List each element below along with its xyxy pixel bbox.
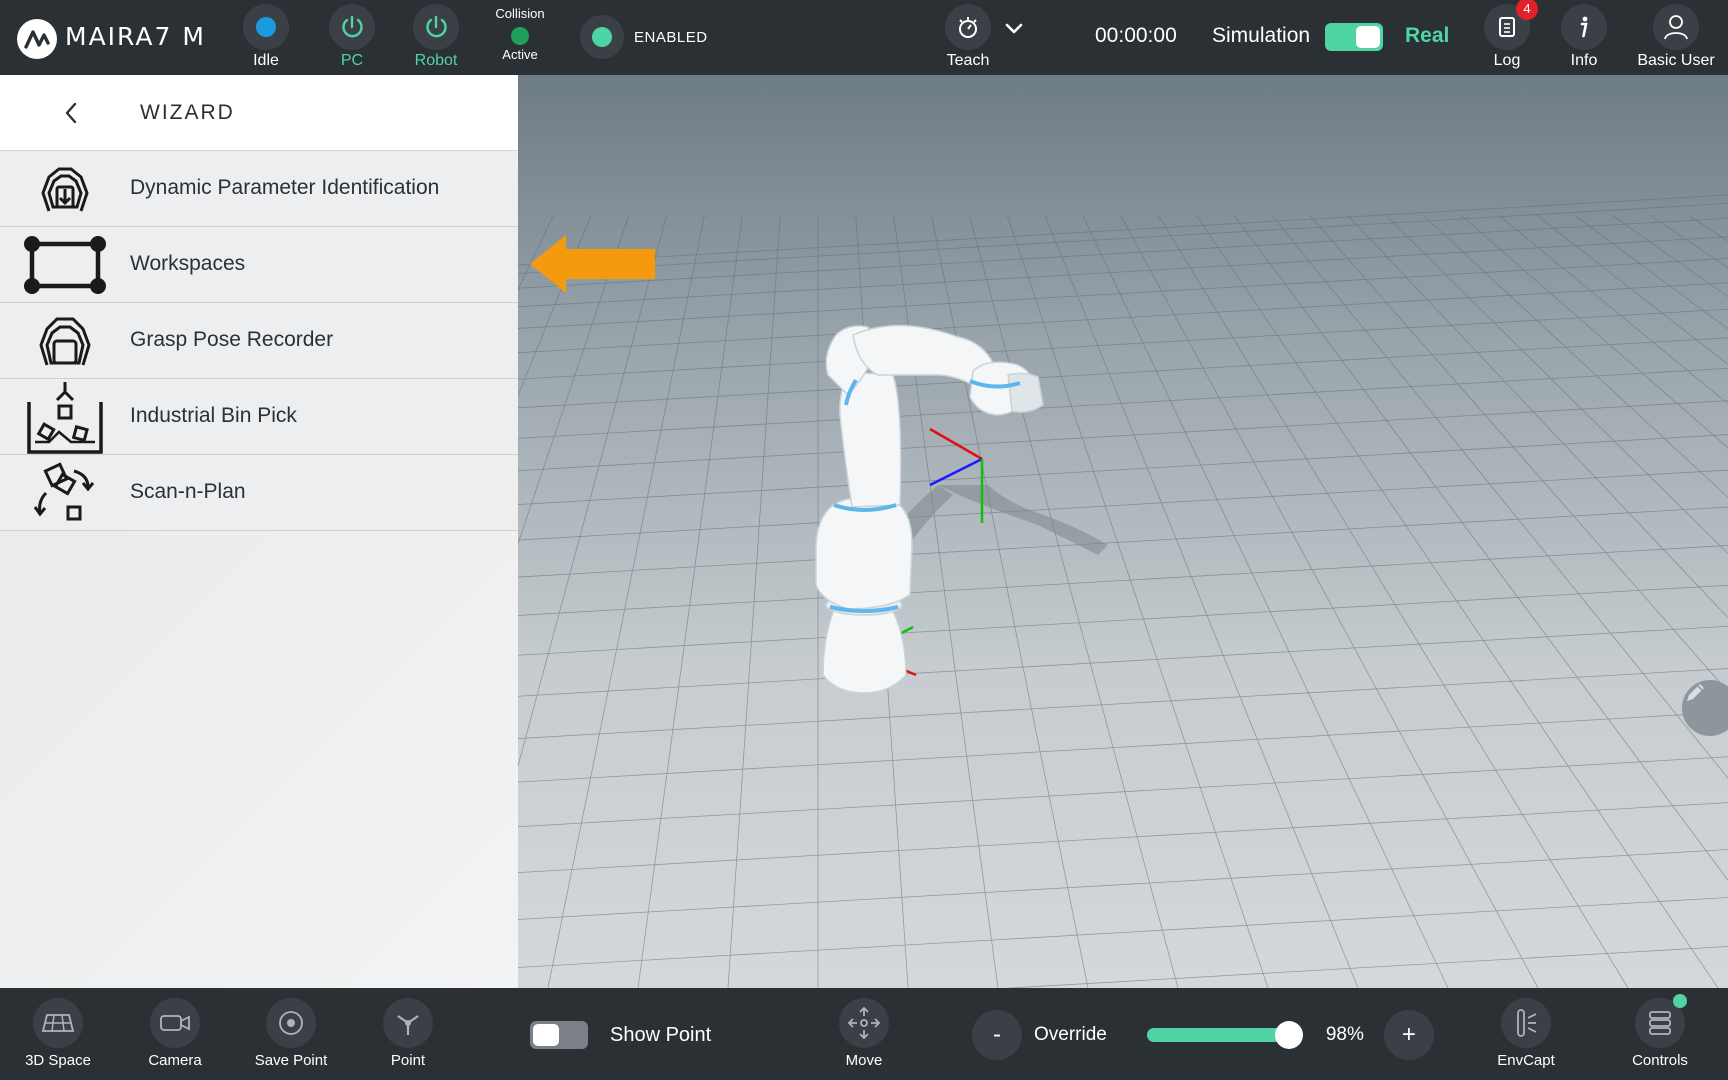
teach-timer-icon bbox=[945, 4, 991, 50]
scan-plan-icon bbox=[22, 461, 108, 525]
point-frame-icon bbox=[383, 998, 433, 1048]
program-timer: 00:00:00 bbox=[1095, 24, 1177, 47]
idle-status[interactable]: Idle bbox=[236, 4, 296, 70]
show-point-control: Show Point bbox=[530, 1021, 711, 1049]
wizard-item-workspaces[interactable]: Workspaces bbox=[0, 227, 518, 303]
wizard-item-dynamic-parameter-identification[interactable]: Dynamic Parameter Identification bbox=[0, 151, 518, 227]
3d-space-button[interactable]: 3D Space bbox=[13, 998, 103, 1069]
pc-power-button[interactable]: PC bbox=[322, 4, 382, 70]
gripper-icon bbox=[22, 309, 108, 373]
log-count-badge: 4 bbox=[1516, 0, 1538, 20]
robot-power-button[interactable]: Robot bbox=[406, 4, 466, 70]
app-title: MAIRA7 M bbox=[65, 22, 206, 51]
info-button[interactable]: Info bbox=[1554, 4, 1614, 70]
controls-button[interactable]: Controls bbox=[1615, 994, 1705, 1069]
wizard-item-industrial-bin-pick[interactable]: Industrial Bin Pick bbox=[0, 379, 518, 455]
wizard-item-grasp-pose-recorder[interactable]: Grasp Pose Recorder bbox=[0, 303, 518, 379]
collision-status[interactable]: Collision Active bbox=[490, 6, 550, 62]
wizard-panel: WIZARD Dynamic Parameter Identification … bbox=[0, 75, 518, 988]
camera-icon bbox=[150, 998, 200, 1048]
collision-status-dot bbox=[511, 27, 529, 45]
camera-button[interactable]: Camera bbox=[130, 998, 220, 1069]
wizard-item-scan-n-plan[interactable]: Scan-n-Plan bbox=[0, 455, 518, 531]
top-bar: MAIRA7 M Idle PC Robot Collision Active … bbox=[0, 0, 1728, 75]
3d-space-grid-icon bbox=[33, 998, 83, 1048]
user-avatar-icon bbox=[1653, 4, 1699, 50]
back-chevron-icon[interactable] bbox=[60, 101, 84, 125]
enabled-status[interactable]: ENABLED bbox=[580, 15, 708, 59]
scene-canvas[interactable] bbox=[518, 75, 1728, 988]
envcapt-icon bbox=[1501, 998, 1551, 1048]
override-control: - Override 98% + bbox=[972, 1010, 1434, 1060]
target-circle-icon bbox=[266, 998, 316, 1048]
point-button[interactable]: Point bbox=[363, 998, 453, 1069]
info-icon bbox=[1561, 4, 1607, 50]
override-decrease-button[interactable]: - bbox=[972, 1010, 1022, 1060]
log-button[interactable]: 4 Log bbox=[1477, 0, 1538, 70]
bin-pick-icon bbox=[22, 382, 108, 454]
wizard-list: Dynamic Parameter Identification Workspa… bbox=[0, 151, 518, 531]
override-value: 98% bbox=[1325, 1024, 1364, 1045]
controls-stack-icon bbox=[1635, 994, 1687, 1048]
enabled-status-dot bbox=[592, 27, 612, 47]
gripper-download-icon bbox=[22, 157, 108, 221]
override-slider[interactable] bbox=[1146, 1021, 1303, 1049]
override-increase-button[interactable]: + bbox=[1383, 1010, 1434, 1060]
simulation-real-toggle[interactable] bbox=[1325, 23, 1383, 51]
bottom-bar: 3D Space Camera Save Point Point Show Po… bbox=[0, 988, 1728, 1080]
real-label: Real bbox=[1405, 24, 1450, 47]
show-point-toggle[interactable] bbox=[530, 1021, 588, 1049]
idle-status-dot bbox=[256, 17, 276, 37]
teach-dropdown-chevron-icon[interactable] bbox=[1004, 22, 1024, 41]
workspace-frame-icon bbox=[22, 233, 108, 297]
3d-viewport[interactable] bbox=[518, 75, 1728, 988]
override-slider-fill bbox=[1146, 1028, 1289, 1042]
teach-mode-button[interactable]: Teach bbox=[938, 4, 998, 70]
user-button[interactable]: Basic User bbox=[1637, 4, 1715, 70]
move-arrows-icon bbox=[839, 998, 889, 1048]
move-button[interactable]: Move bbox=[819, 998, 909, 1069]
pc-power-icon bbox=[329, 4, 375, 50]
floor-grid bbox=[518, 194, 1728, 988]
tool-axis-z bbox=[929, 457, 983, 487]
envcapt-button[interactable]: EnvCapt bbox=[1481, 998, 1571, 1069]
wizard-title: WIZARD bbox=[140, 101, 235, 124]
robot-power-icon bbox=[413, 4, 459, 50]
save-point-button[interactable]: Save Point bbox=[246, 998, 336, 1069]
log-document-icon: 4 bbox=[1484, 0, 1538, 50]
simulation-label: Simulation bbox=[1212, 24, 1311, 47]
wizard-header: WIZARD bbox=[0, 75, 518, 151]
maira-logo-icon bbox=[17, 19, 57, 59]
override-slider-thumb[interactable] bbox=[1274, 1021, 1303, 1049]
controls-status-dot bbox=[1673, 994, 1687, 1008]
